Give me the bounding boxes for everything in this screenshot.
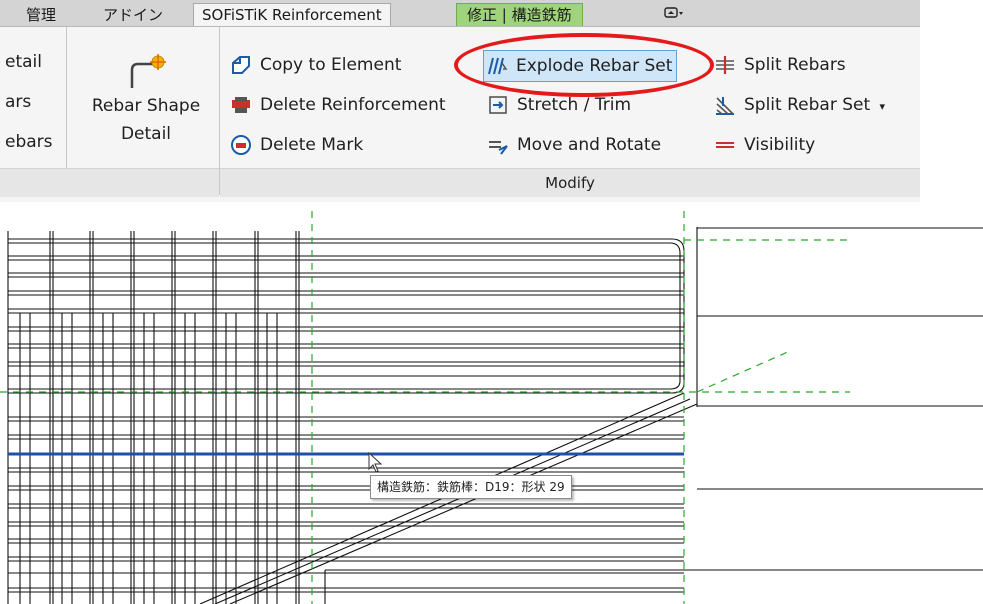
element-tooltip: 構造鉄筋：鉄筋棒：D19：形状 29 [370, 475, 572, 499]
split-rebars-icon [714, 54, 736, 76]
rebar-shape-detail-button[interactable]: Rebar Shape Detail [74, 52, 218, 148]
move-and-rotate-icon [487, 134, 509, 156]
delete-mark-button[interactable]: Delete Mark [230, 130, 363, 160]
split-rebar-set-icon [714, 94, 736, 116]
copy-to-element-label: Copy to Element [260, 55, 402, 75]
ribbon-tab-bar: 管理 アドイン SOFiSTiK Reinforcement 修正 | 構造鉄筋 [0, 0, 920, 27]
tab-sofistik-reinforcement[interactable]: SOFiSTiK Reinforcement [193, 3, 391, 26]
drawing-canvas[interactable] [0, 203, 983, 604]
split-rebar-set-label: Split Rebar Set [744, 95, 871, 115]
delete-reinforcement-icon [230, 94, 252, 116]
split-rebar-set-button[interactable]: Split Rebar Set ▾ [714, 90, 885, 120]
concrete-outline [324, 227, 983, 604]
move-and-rotate-label: Move and Rotate [517, 135, 662, 155]
copy-to-element-icon [230, 54, 252, 76]
reference-lines [0, 211, 850, 604]
mouse-cursor-icon [368, 452, 383, 473]
delete-mark-label: Delete Mark [260, 135, 364, 155]
cut-label-detail[interactable]: etail [5, 52, 42, 72]
rebar-shape-label-2: Detail [120, 124, 172, 144]
delete-reinforcement-button[interactable]: Delete Reinforcement [230, 90, 446, 120]
move-and-rotate-button[interactable]: Move and Rotate [487, 130, 661, 160]
split-rebars-label: Split Rebars [744, 55, 846, 75]
panel-footer-left [0, 168, 219, 197]
horizontal-rebars [8, 238, 685, 593]
stretch-trim-icon [487, 94, 509, 116]
visibility-label: Visibility [744, 135, 816, 155]
cut-label-ars[interactable]: ars [5, 92, 31, 112]
dropdown-arrow-icon[interactable]: ▾ [880, 100, 886, 113]
visibility-button[interactable]: Visibility [714, 130, 815, 160]
stretch-trim-label: Stretch / Trim [517, 95, 632, 115]
ribbon-minimize-icon[interactable] [664, 6, 683, 20]
tab-kanri[interactable]: 管理 [26, 4, 56, 26]
delete-reinforcement-label: Delete Reinforcement [260, 95, 446, 115]
copy-to-element-button[interactable]: Copy to Element [230, 50, 401, 80]
panel-title-modify[interactable]: Modify [220, 168, 920, 197]
tab-modify-rebar[interactable]: 修正 | 構造鉄筋 [456, 3, 583, 26]
tab-addin[interactable]: アドイン [103, 4, 163, 26]
delete-mark-icon [230, 134, 252, 156]
visibility-icon [714, 134, 736, 156]
split-rebars-button[interactable]: Split Rebars [714, 50, 846, 80]
cut-label-ebars[interactable]: ebars [5, 132, 53, 152]
rebar-shape-label-1: Rebar Shape [91, 96, 201, 116]
highlight-ring [454, 33, 714, 97]
rebar-shape-icon [74, 52, 218, 92]
